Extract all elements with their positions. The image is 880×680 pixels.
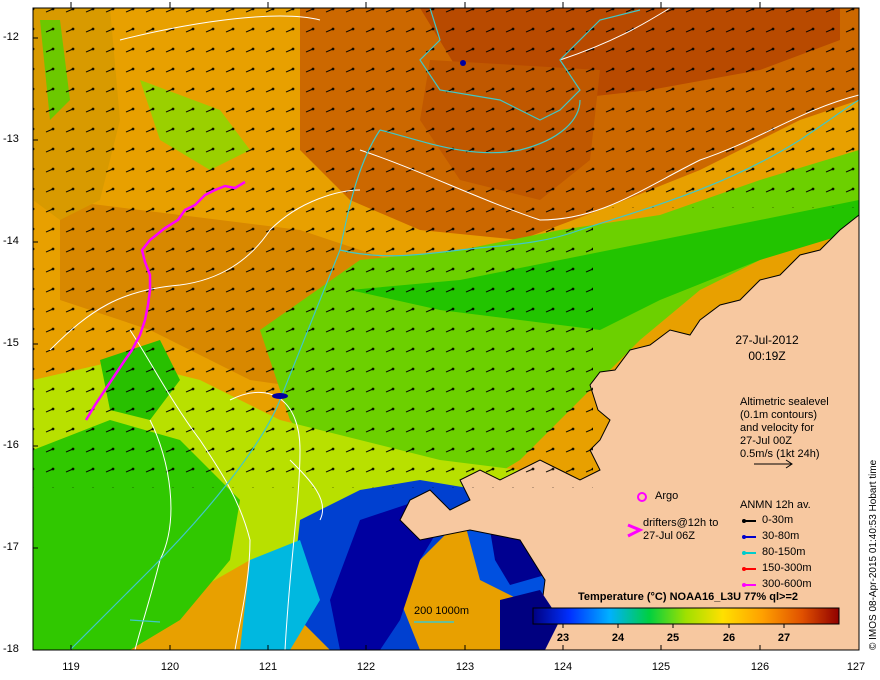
anmn-row-label: 80-150m: [762, 546, 806, 558]
bathymetry-legend-line: [414, 621, 454, 623]
drifters-label-date: 27-Jul 06Z: [643, 530, 695, 542]
colorbar-title: Temperature (°C) NOAA16_L3U 77% ql>=2: [578, 591, 798, 603]
altimetry-line: and velocity for: [740, 422, 814, 434]
altimetry-line: (0.1m contours): [740, 409, 818, 421]
y-tick-label: -17: [3, 541, 19, 553]
x-tick-label: 122: [356, 661, 376, 673]
x-tick-label: 126: [750, 661, 770, 673]
colorbar-tick: 25: [666, 632, 680, 644]
colorbar-tick: 23: [556, 632, 570, 644]
anmn-row-label: 30-80m: [762, 530, 800, 542]
x-tick-label: 119: [62, 661, 80, 673]
credit-text: © IMOS 08-Apr-2015 01:40:53 Hobart time: [868, 459, 879, 650]
y-tick-label: -12: [3, 31, 19, 43]
anmn-title: ANMN 12h av.: [740, 499, 811, 511]
x-tick-label: 124: [553, 661, 573, 673]
date-label: 27-Jul-2012 00:19Z: [712, 332, 822, 364]
altimetry-line: 27-Jul 00Z: [740, 435, 792, 447]
y-tick-label: -18: [3, 643, 19, 655]
time-text: 00:19Z: [748, 349, 786, 363]
x-tick-label: 123: [455, 661, 475, 673]
x-tick-label: 121: [258, 661, 278, 673]
anmn-row-label: 150-300m: [762, 562, 812, 574]
altimetry-line: Altimetric sealevel: [740, 396, 829, 408]
y-tick-label: -14: [3, 235, 19, 247]
anmn-row-label: 300-600m: [762, 578, 812, 590]
altimetry-line: 0.5m/s (1kt 24h): [740, 448, 820, 460]
colorbar-tick: 24: [611, 632, 625, 644]
x-tick-label: 127: [846, 661, 866, 673]
date-text: 27-Jul-2012: [735, 333, 799, 347]
temperature-colorbar: [532, 607, 840, 625]
colorbar-tick: 26: [722, 632, 736, 644]
colorbar-tick: 27: [777, 632, 791, 644]
drifters-label: drifters@12h to: [643, 517, 719, 529]
anmn-row-label: 0-30m: [762, 514, 794, 526]
bathymetry-legend-label: 200 1000m: [414, 605, 470, 617]
x-tick-label: 125: [651, 661, 671, 673]
y-tick-label: -16: [3, 439, 19, 451]
argo-label: Argo: [655, 490, 679, 502]
y-tick-label: -15: [3, 337, 19, 349]
x-tick-label: 120: [160, 661, 180, 673]
y-tick-label: -13: [3, 133, 19, 145]
altimetry-note: Altimetric sealevel (0.1m contours) and …: [740, 396, 829, 461]
